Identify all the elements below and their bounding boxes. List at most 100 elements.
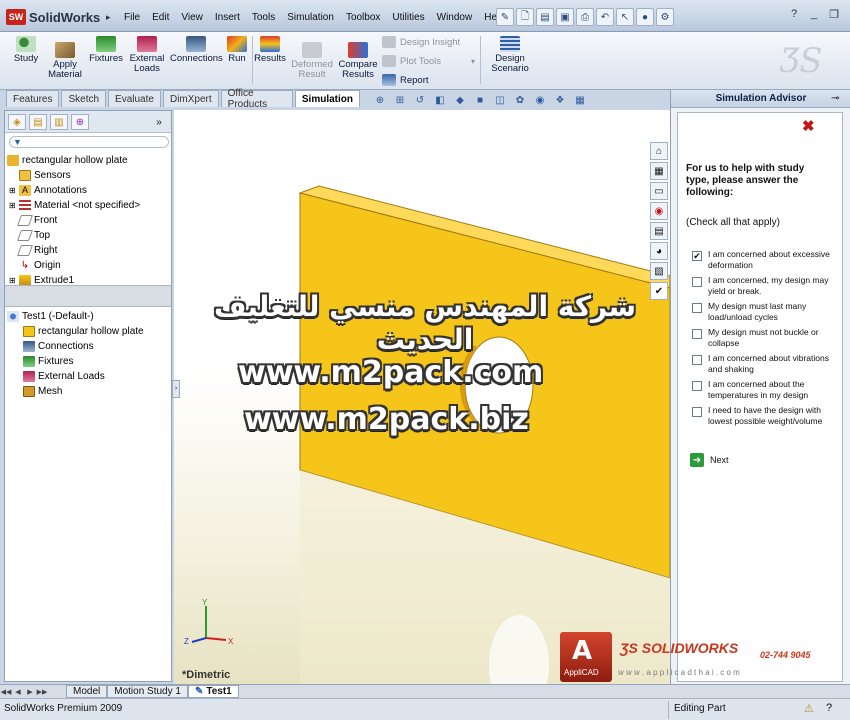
configuration-manager-icon[interactable]: ▥ [50,114,68,130]
display-style-icon[interactable]: ■ [472,93,488,108]
tab-dimxpert[interactable]: DimXpert [162,90,219,107]
section-view-icon[interactable]: ◧ [432,93,448,108]
close-icon[interactable]: ✖ [802,117,815,135]
expand-plus-icon[interactable]: ⊞ [9,201,19,210]
file-explorer-icon[interactable]: ▭ [650,182,668,200]
next-tab-arrow-icon[interactable]: ▶ [24,686,36,697]
tree-item-material[interactable]: ⊞ Material <not specified> [7,198,140,213]
hide-show-items-icon[interactable]: ◫ [492,93,508,108]
checkbox-yield[interactable] [692,277,702,287]
pane-splitter[interactable] [5,285,171,307]
edit-appearance-icon[interactable]: ✿ [512,93,528,108]
custom-properties-icon[interactable]: ▧ [650,262,668,280]
menu-toolbox[interactable]: Toolbox [340,12,386,23]
first-tab-arrow-icon[interactable]: ◀◀ [0,686,12,697]
tree-item-annotations[interactable]: ⊞ A Annotations [7,183,140,198]
study-item-connections[interactable]: Connections [7,339,144,354]
checkbox-temperature[interactable] [692,381,702,391]
open-folder-icon[interactable]: ▤ [536,8,554,26]
menu-file[interactable]: File [118,12,146,23]
study-button[interactable]: Study [10,36,42,64]
tab-test1[interactable]: ✎ Test1 [187,685,239,698]
feature-manager-tree-icon[interactable]: ◈ [8,114,26,130]
tree-item-top-plane[interactable]: Top [7,228,140,243]
minimize-button[interactable]: _ [806,6,822,22]
menu-simulation[interactable]: Simulation [281,12,340,23]
undo-icon[interactable]: ↶ [596,8,614,26]
apply-material-button[interactable]: Apply Material [46,42,84,80]
app-logo[interactable]: SW SolidWorks ▸ [6,8,113,26]
connections-button[interactable]: Connections [170,36,223,64]
tree-item-sensors[interactable]: Sensors [7,168,140,183]
menu-insert[interactable]: Insert [209,12,246,23]
menu-view[interactable]: View [175,12,209,23]
plot-tools-button[interactable]: Plot Tools ▾ [382,55,475,67]
tab-features[interactable]: Features [6,90,60,107]
dimxpert-manager-icon[interactable]: ⊕ [71,114,89,130]
option-cycles[interactable]: My design must last many load/unload cyc… [692,301,832,323]
expand-plus-icon[interactable]: ⊞ [9,186,19,195]
option-temperature[interactable]: I am concerned about the temperatures in… [692,379,832,401]
view-palette-icon[interactable]: ▤ [650,222,668,240]
graphics-area[interactable]: Y X Z *Dimetric [174,110,670,684]
tab-simulation[interactable]: Simulation [294,90,360,107]
tab-sketch[interactable]: Sketch [61,90,107,107]
appearances-icon[interactable]: ◕ [650,242,668,260]
report-button[interactable]: Report [382,74,429,86]
zoom-to-area-icon[interactable]: ⊞ [392,93,408,108]
help-icon[interactable]: ? [786,6,802,22]
apply-scene-icon[interactable]: ◉ [532,93,548,108]
tree-item-front-plane[interactable]: Front [7,213,140,228]
menu-tools[interactable]: Tools [246,12,281,23]
previous-view-icon[interactable]: ↺ [412,93,428,108]
menu-expand-arrow-icon[interactable]: ▸ [103,12,113,23]
checkbox-vibration[interactable] [692,355,702,365]
plot-tools-dropdown-icon[interactable]: ▾ [471,57,475,66]
tab-model[interactable]: Model [66,685,108,698]
study-item-part[interactable]: rectangular hollow plate [7,324,144,339]
design-scenario-button[interactable]: Design Scenario [488,36,532,74]
checkbox-deformation[interactable]: ✔ [692,251,702,261]
study-item-fixtures[interactable]: Fixtures [7,354,144,369]
view-orientation-icon[interactable]: ◆ [452,93,468,108]
checkbox-buckle[interactable] [692,329,702,339]
deformed-result-button[interactable]: Deformed Result [290,42,334,80]
checkbox-weight[interactable] [692,407,702,417]
menu-edit[interactable]: Edit [146,12,175,23]
design-insight-button[interactable]: Design Insight [382,36,460,48]
study-root[interactable]: Test1 (-Default-) [7,309,144,324]
close-button[interactable]: ✕ [846,6,850,22]
next-button[interactable]: ➜ Next [690,453,729,467]
compare-results-button[interactable]: Compare Results [338,42,378,80]
results-button[interactable]: Results [254,36,286,64]
study-item-external-loads[interactable]: External Loads [7,369,144,384]
tab-office-products[interactable]: Office Products [220,88,293,110]
expand-pane-icon[interactable]: » [150,114,168,130]
external-loads-button[interactable]: External Loads [126,36,168,74]
property-manager-icon[interactable]: ▤ [29,114,47,130]
option-yield[interactable]: I am concerned, my design may yield or b… [692,275,832,297]
simulation-display-icon[interactable]: ▦ [572,93,588,108]
solidworks-resources-icon[interactable]: ⌂ [650,142,668,160]
save-icon[interactable]: ▣ [556,8,574,26]
menu-window[interactable]: Window [431,12,479,23]
rebuild-status-icon[interactable]: ⚠ [804,702,814,715]
tree-filter[interactable]: ▼ [9,136,169,148]
new-document-icon[interactable]: 🗋 [516,8,534,26]
tree-item-right-plane[interactable]: Right [7,243,140,258]
option-vibration[interactable]: I am concerned about vibrations and shak… [692,353,832,375]
tree-root[interactable]: rectangular hollow plate [7,153,140,168]
zoom-to-fit-icon[interactable]: ⊕ [372,93,388,108]
run-button[interactable]: Run [224,36,250,64]
restore-button[interactable]: ❐ [826,6,842,22]
study-item-mesh[interactable]: Mesh [7,384,144,399]
pin-icon[interactable]: ⊸ [831,93,839,104]
design-library-icon[interactable]: ▦ [650,162,668,180]
menu-utilities[interactable]: Utilities [386,12,430,23]
checkbox-cycles[interactable] [692,303,702,313]
option-weight[interactable]: I need to have the design with lowest po… [692,405,832,427]
rebuild-traffic-light-icon[interactable]: ● [636,8,654,26]
search-icon[interactable]: ◉ [650,202,668,220]
fixtures-button[interactable]: Fixtures [86,36,126,64]
print-icon[interactable]: ⎙ [576,8,594,26]
